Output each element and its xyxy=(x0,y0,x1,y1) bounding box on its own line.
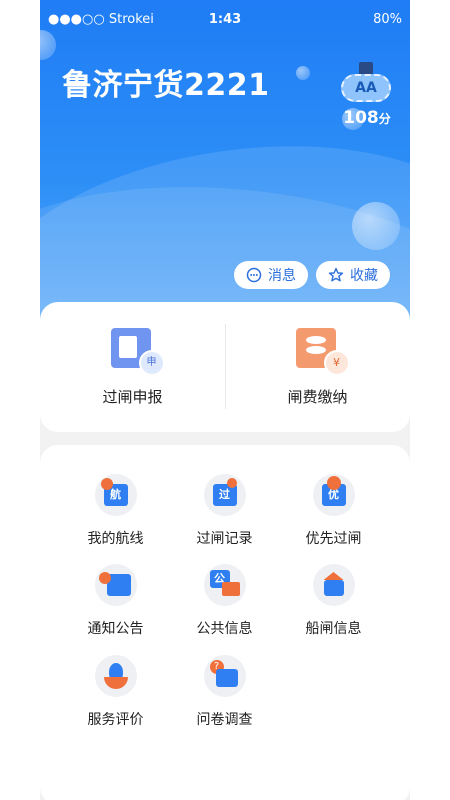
app-screen: ●●●○○ Strokei 1:43 80% 鲁济宁货2221 AA 108分 … xyxy=(40,0,410,800)
quick-action-label: 闸费缴纳 xyxy=(287,388,348,406)
quick-action-fee-payment[interactable]: ¥ 闸费缴纳 xyxy=(225,324,410,407)
service-label: 问卷调查 xyxy=(196,712,253,728)
services-card: 航 我的航线 过 过闸记录 优 优先过闸 通知公告 公 公共信息 船闸信息 服务… xyxy=(40,445,410,800)
chat-bubble-icon xyxy=(246,267,262,283)
public-info-icon: 公 xyxy=(203,564,246,606)
status-bar: ●●●○○ Strokei 1:43 80% xyxy=(40,0,410,40)
service-evaluation[interactable]: 服务评价 xyxy=(54,655,177,729)
megaphone-icon xyxy=(94,564,137,606)
quick-action-declaration[interactable]: 申 过闸申报 xyxy=(40,324,225,407)
route-icon: 航 xyxy=(94,474,137,516)
messages-label: 消息 xyxy=(268,268,296,284)
credit-score: 108分 xyxy=(337,108,397,128)
service-public-info[interactable]: 公 公共信息 xyxy=(163,564,286,638)
messages-button[interactable]: 消息 xyxy=(234,261,308,289)
score-unit: 分 xyxy=(378,112,391,126)
lock-building-icon xyxy=(312,564,355,606)
service-notices[interactable]: 通知公告 xyxy=(54,564,177,638)
service-passage-records[interactable]: 过 过闸记录 xyxy=(163,474,286,548)
survey-icon: ? xyxy=(203,655,246,697)
vessel-name: 鲁济宁货2221 xyxy=(62,68,270,103)
service-label: 公共信息 xyxy=(196,621,253,637)
badge-crown-icon xyxy=(359,62,373,74)
service-priority-passage[interactable]: 优 优先过闸 xyxy=(272,474,395,548)
battery-label: 80% xyxy=(373,12,402,27)
service-lock-info[interactable]: 船闸信息 xyxy=(272,564,395,638)
service-label: 船闸信息 xyxy=(305,621,362,637)
declaration-icon: 申 xyxy=(103,324,165,376)
service-label: 优先过闸 xyxy=(305,531,362,547)
bubble-decoration xyxy=(296,66,310,80)
quick-action-label: 过闸申报 xyxy=(102,388,163,406)
clock: 1:43 xyxy=(208,12,242,27)
star-icon xyxy=(328,267,344,282)
service-survey[interactable]: ? 问卷调查 xyxy=(163,655,286,729)
service-label: 通知公告 xyxy=(87,621,144,637)
bubble-decoration xyxy=(352,202,400,250)
header-banner: ●●●○○ Strokei 1:43 80% 鲁济宁货2221 AA 108分 … xyxy=(40,0,410,330)
service-label: 过闸记录 xyxy=(196,531,253,547)
quick-actions-card: 申 过闸申报 ¥ 闸费缴纳 xyxy=(40,302,410,432)
priority-icon: 优 xyxy=(312,474,355,516)
service-my-routes[interactable]: 航 我的航线 xyxy=(54,474,177,548)
score-value: 108 xyxy=(343,108,379,128)
fee-payment-icon: ¥ xyxy=(288,324,350,376)
service-label: 服务评价 xyxy=(87,712,144,728)
records-icon: 过 xyxy=(203,474,246,516)
level-text: AA xyxy=(341,74,391,102)
credit-level-badge[interactable]: AA xyxy=(337,62,395,102)
favorites-button[interactable]: 收藏 xyxy=(316,261,390,289)
flower-icon xyxy=(94,655,137,697)
service-label: 我的航线 xyxy=(87,531,144,547)
favorites-label: 收藏 xyxy=(350,268,378,284)
